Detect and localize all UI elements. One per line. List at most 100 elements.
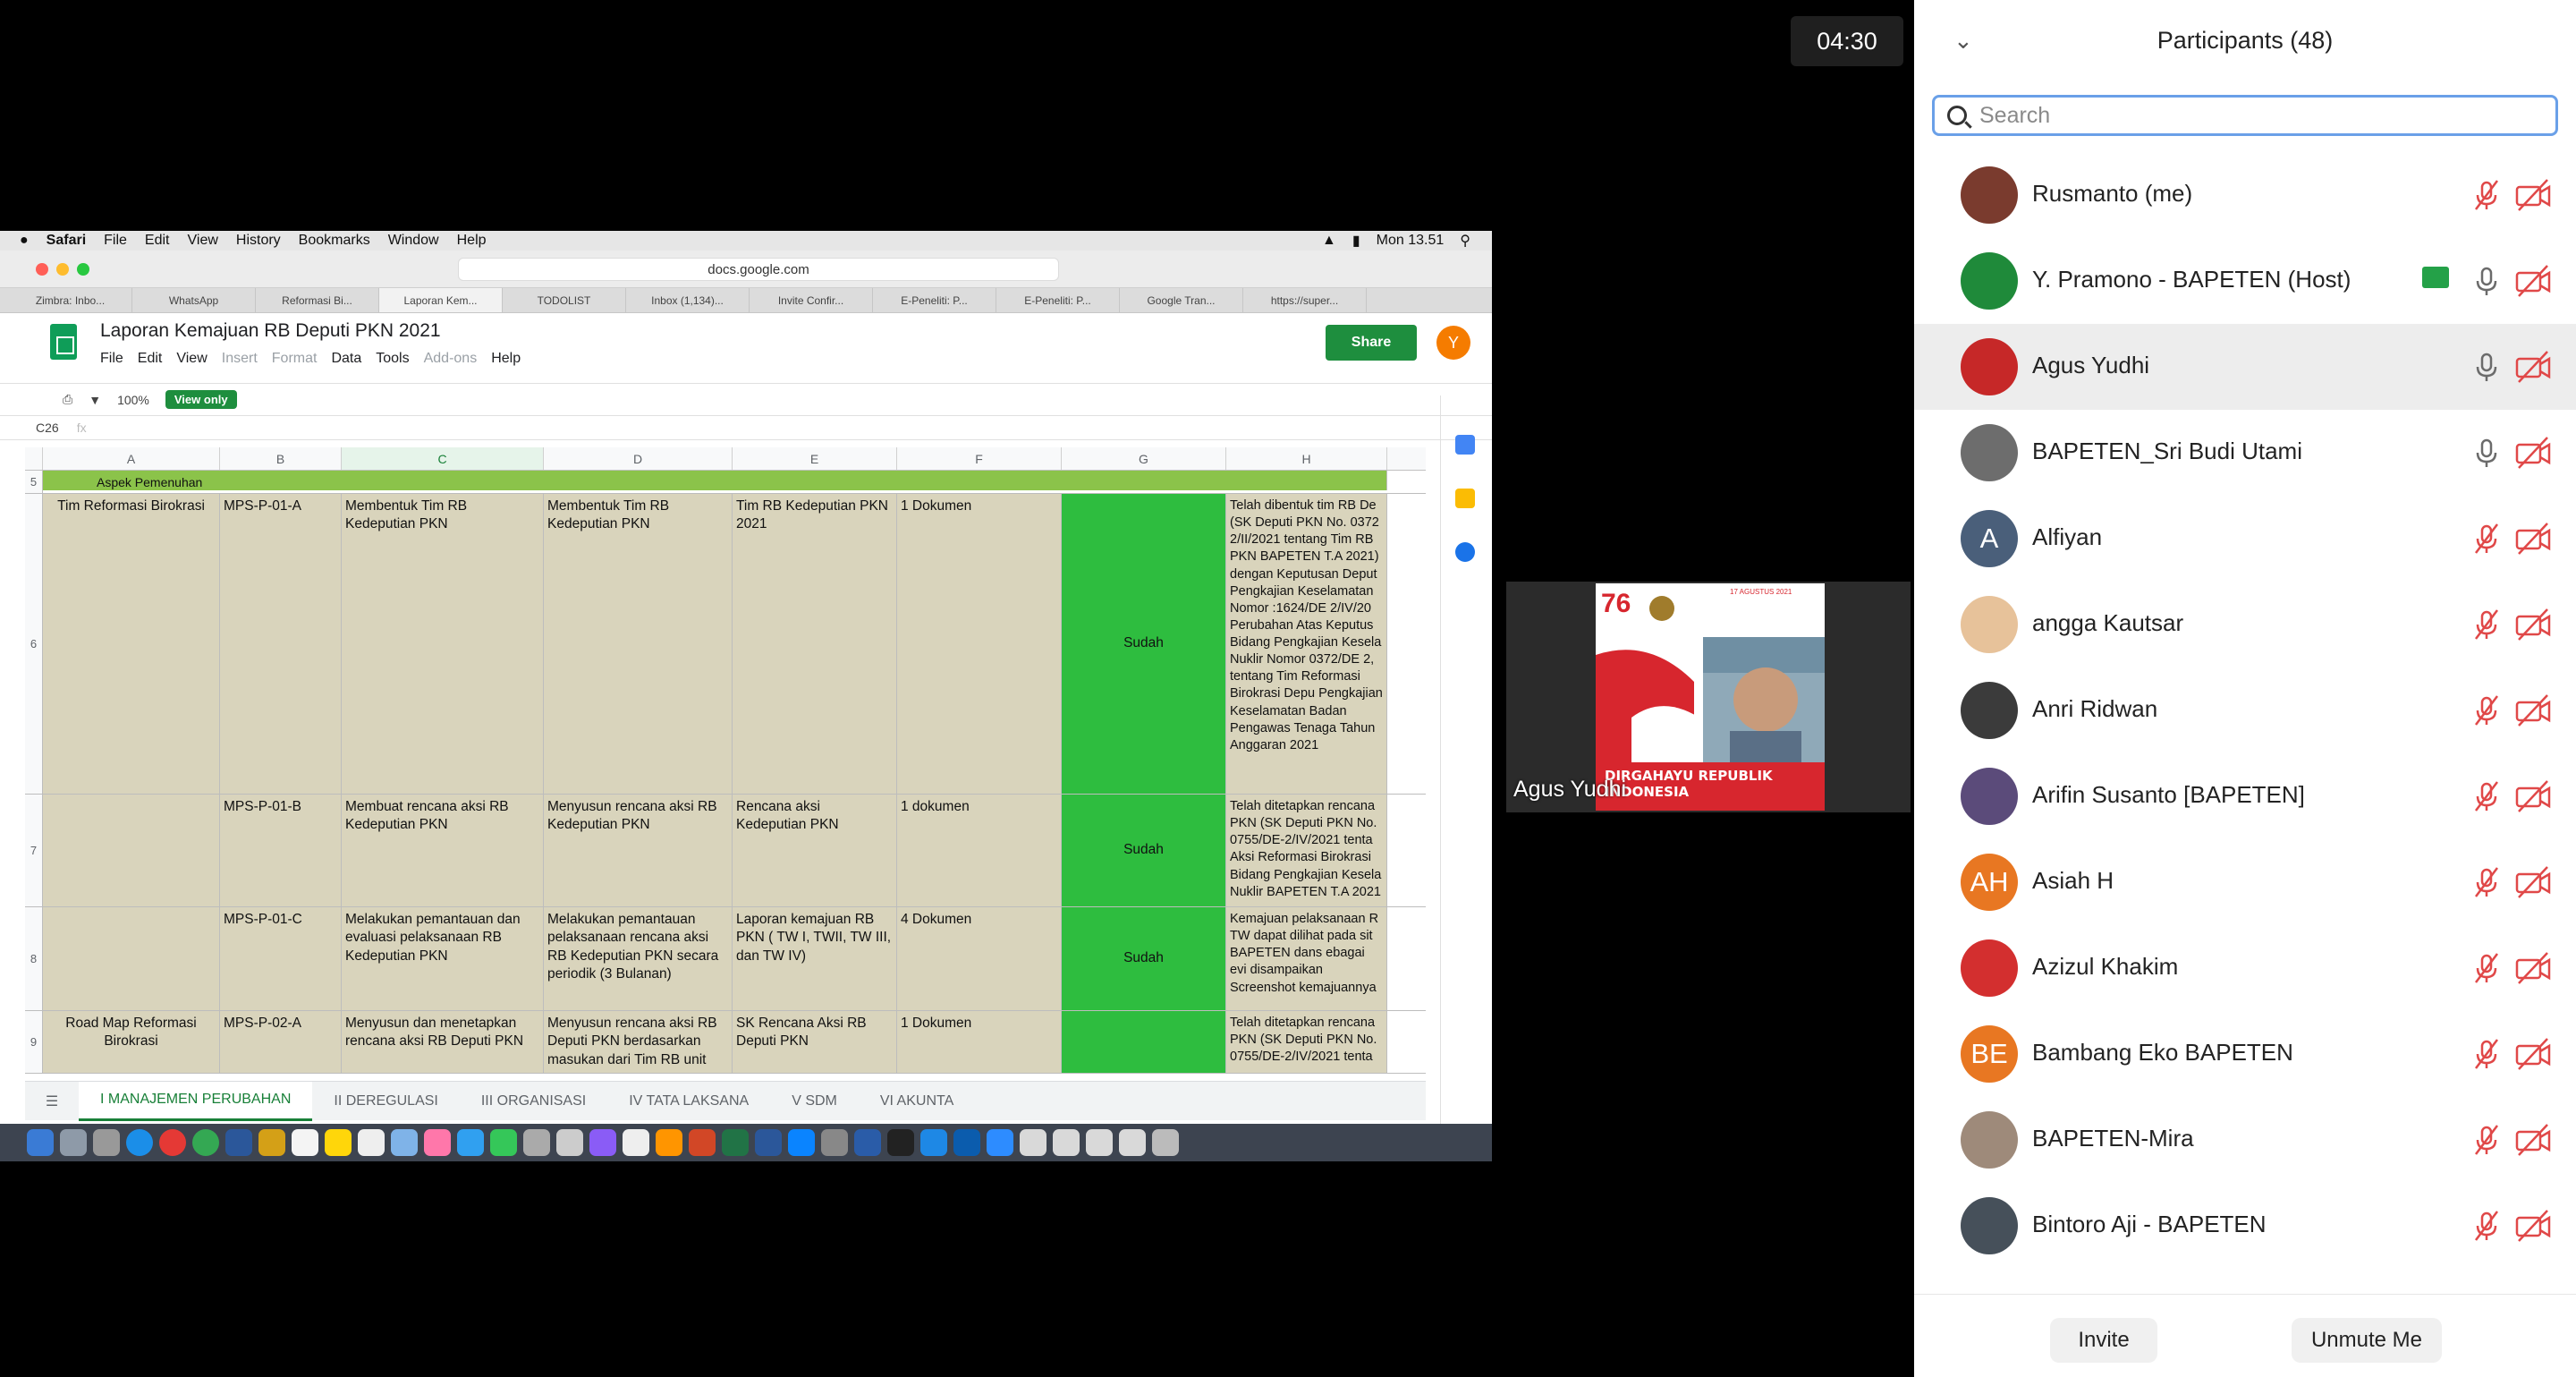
participant-row[interactable]: Y. Pramono - BAPETEN (Host) bbox=[1914, 238, 2576, 324]
keep-icon bbox=[1455, 489, 1475, 508]
sheet-tab-active: I MANAJEMEN PERUBAHAN bbox=[79, 1081, 313, 1121]
participant-avatar bbox=[1961, 424, 2018, 481]
app-icon bbox=[854, 1129, 881, 1156]
spotlight-icon: ⚲ bbox=[1460, 234, 1470, 249]
participant-row[interactable]: Bintoro Aji - BAPETEN bbox=[1914, 1183, 2576, 1269]
document-icon bbox=[1020, 1129, 1046, 1156]
cell-e: Tim RB Kedeputian PKN 2021 bbox=[733, 494, 897, 794]
settings-icon bbox=[821, 1129, 848, 1156]
fx-icon: fx bbox=[76, 421, 87, 435]
status-cell: Sudah bbox=[1062, 907, 1226, 1010]
video-off-icon bbox=[2515, 780, 2551, 812]
row-number: 8 bbox=[25, 907, 43, 1010]
finder-icon bbox=[27, 1129, 54, 1156]
participant-name: Anri Ridwan bbox=[2032, 695, 2158, 722]
cell-d: Menyusun rencana aksi RB Deputi PKN berd… bbox=[544, 1011, 733, 1073]
video-tile[interactable]: 76 17 AGUSTUS 2021 DIRGAHAYU REPUBLIK IN… bbox=[1506, 582, 1911, 812]
browser-tab: TODOLIST bbox=[503, 288, 626, 312]
participants-footer: Invite Unmute Me bbox=[1914, 1294, 2576, 1377]
menubar-item: File bbox=[104, 233, 127, 248]
participant-name: BAPETEN_Sri Budi Utami bbox=[2032, 438, 2302, 464]
microphone-muted-icon bbox=[2475, 1125, 2498, 1155]
sheets-logo-icon bbox=[50, 324, 77, 360]
table-row: 9 Road Map Reformasi Birokrasi MPS-P-02-… bbox=[25, 1011, 1426, 1074]
participant-avatar bbox=[1961, 1111, 2018, 1169]
cell-e: Laporan kemajuan RB PKN ( TW I, TWII, TW… bbox=[733, 907, 897, 1010]
browser-tab-active: Laporan Kem... bbox=[379, 288, 503, 312]
participant-row[interactable]: angga Kautsar bbox=[1914, 582, 2576, 667]
menu-view: View bbox=[176, 351, 208, 366]
unmute-me-button[interactable]: Unmute Me bbox=[2292, 1318, 2442, 1363]
cell-d: Melakukan pemantauan pelaksanaan rencana… bbox=[544, 907, 733, 1010]
browser-tab: WhatsApp bbox=[132, 288, 256, 312]
app-icon bbox=[656, 1129, 682, 1156]
browser-tab: Google Tran... bbox=[1120, 288, 1243, 312]
participant-row[interactable]: BAPETEN_Sri Budi Utami bbox=[1914, 410, 2576, 496]
participant-row[interactable]: BAPETEN-Mira bbox=[1914, 1097, 2576, 1183]
participant-search-input[interactable]: Search bbox=[1932, 95, 2558, 136]
user-avatar: Y bbox=[1436, 326, 1470, 360]
column-header: B bbox=[220, 447, 342, 470]
video-frame: 76 17 AGUSTUS 2021 DIRGAHAYU REPUBLIK IN… bbox=[1596, 583, 1825, 811]
sheet-tab: II DEREGULASI bbox=[334, 1092, 438, 1109]
cell-f: 1 Dokumen bbox=[897, 494, 1062, 794]
app-icon bbox=[623, 1129, 649, 1156]
row-number: 6 bbox=[25, 494, 43, 794]
participant-row[interactable]: Azizul Khakim bbox=[1914, 925, 2576, 1011]
participant-avatar bbox=[1961, 166, 2018, 224]
status-cell: Sudah bbox=[1062, 795, 1226, 906]
participant-avatar bbox=[1961, 1197, 2018, 1254]
app-icon bbox=[258, 1129, 285, 1156]
invite-button[interactable]: Invite bbox=[2050, 1318, 2157, 1363]
video-off-icon bbox=[2515, 351, 2551, 383]
microphone-muted-icon bbox=[2475, 609, 2498, 640]
participant-list: Rusmanto (me) Y. Pramono - BAPETEN (Host)… bbox=[1914, 152, 2576, 1294]
column-header: A bbox=[43, 447, 220, 470]
cell-b: MPS-P-01-C bbox=[220, 907, 342, 1010]
cell-a bbox=[43, 907, 220, 1010]
participant-row[interactable]: AH Asiah H bbox=[1914, 839, 2576, 925]
participant-name: Agus Yudhi bbox=[2032, 352, 2150, 378]
cell-f: 4 Dokumen bbox=[897, 907, 1062, 1010]
menubar-item: Edit bbox=[144, 233, 170, 248]
messages-icon bbox=[457, 1129, 484, 1156]
sheet-tab: V SDM bbox=[792, 1092, 837, 1109]
status-cell bbox=[1062, 1011, 1226, 1073]
participant-name: Bintoro Aji - BAPETEN bbox=[2032, 1211, 2267, 1237]
participant-avatar bbox=[1961, 768, 2018, 825]
menubar-app: Safari bbox=[46, 233, 87, 248]
participant-row[interactable]: Rusmanto (me) bbox=[1914, 152, 2576, 238]
video-off-icon bbox=[2515, 1124, 2551, 1156]
microphone-muted-icon bbox=[2475, 695, 2498, 726]
participant-row[interactable]: Anri Ridwan bbox=[1914, 667, 2576, 753]
menu-edit: Edit bbox=[137, 351, 163, 366]
cell-h: Telah ditetapkan rencana PKN (SK Deputi … bbox=[1226, 1011, 1387, 1073]
video-off-icon bbox=[2515, 952, 2551, 984]
terminal-icon bbox=[887, 1129, 914, 1156]
microphone-muted-icon bbox=[2475, 867, 2498, 897]
participant-avatar bbox=[1961, 939, 2018, 997]
participant-row[interactable]: Agus Yudhi bbox=[1914, 324, 2576, 410]
document-icon bbox=[1053, 1129, 1080, 1156]
safari-icon bbox=[126, 1129, 153, 1156]
calendar-app-icon bbox=[292, 1129, 318, 1156]
excel-icon bbox=[722, 1129, 749, 1156]
cell-a: Tim Reformasi Birokrasi bbox=[43, 494, 220, 794]
participant-name: Y. Pramono - BAPETEN (Host) bbox=[2032, 266, 2351, 293]
cell-c: Menyusun dan menetapkan rencana aksi RB … bbox=[342, 1011, 544, 1073]
menu-insert: Insert bbox=[221, 351, 258, 366]
shared-screen[interactable]: ● Safari File Edit View History Bookmark… bbox=[0, 231, 1492, 1161]
table-row: 5 Aspek Pemenuhan bbox=[25, 471, 1426, 494]
participant-row[interactable]: BE Bambang Eko BAPETEN bbox=[1914, 1011, 2576, 1097]
launchpad-icon bbox=[60, 1129, 87, 1156]
browser-tab: E-Peneliti: P... bbox=[996, 288, 1120, 312]
word-icon bbox=[755, 1129, 782, 1156]
microphone-muted-icon bbox=[2475, 781, 2498, 812]
spreadsheet-grid: A B C D E F G H 5 Aspek Pemenuhan 6 Tim … bbox=[25, 447, 1426, 1074]
column-header: E bbox=[733, 447, 897, 470]
participant-avatar: A bbox=[1961, 510, 2018, 567]
filter-icon: ▼ bbox=[89, 392, 102, 407]
participant-row[interactable]: A Alfiyan bbox=[1914, 496, 2576, 582]
cell-f: 1 dokumen bbox=[897, 795, 1062, 906]
participant-row[interactable]: Arifin Susanto [BAPETEN] bbox=[1914, 753, 2576, 839]
